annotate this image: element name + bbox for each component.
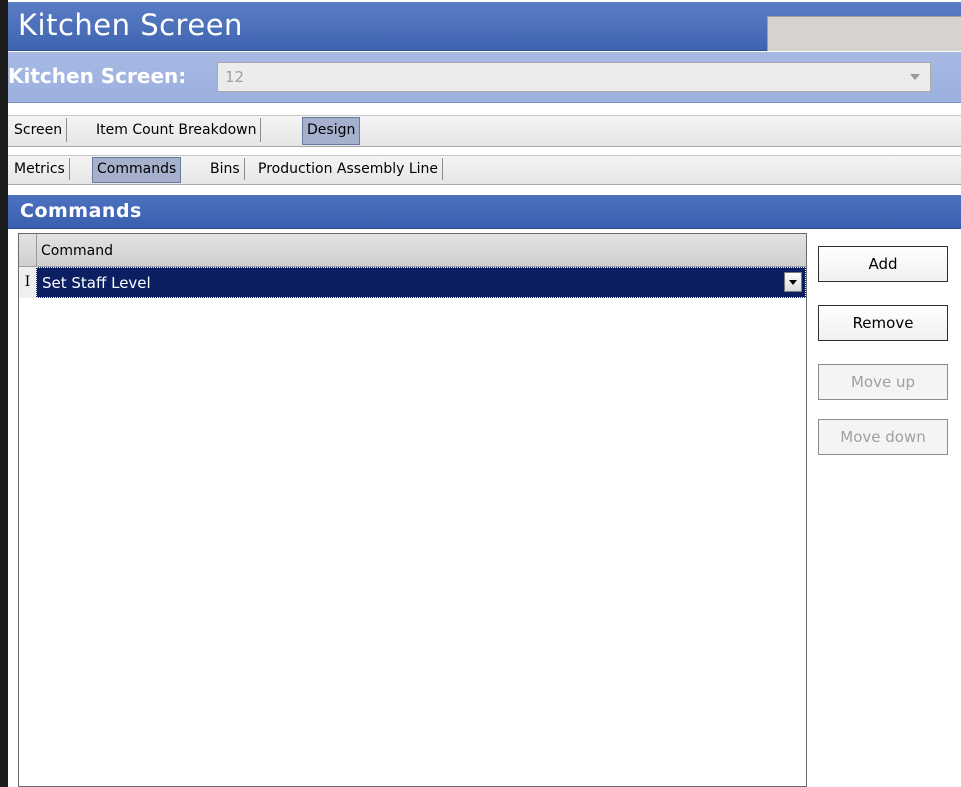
table-row[interactable]: I Set Staff Level [19, 267, 806, 298]
tab-design[interactable]: Design [302, 117, 361, 145]
section-title: Commands [20, 200, 142, 222]
kitchen-screen-value: 12 [225, 68, 245, 86]
window-title: Kitchen Screen [18, 8, 243, 42]
kitchen-screen-select[interactable]: 12 [217, 62, 931, 92]
design-sub-tabstrip: Metrics Commands Bins Production Assembl… [8, 155, 961, 185]
column-header-command[interactable]: Command [41, 243, 113, 259]
chevron-down-icon[interactable] [910, 74, 920, 80]
tab-metrics[interactable]: Metrics [10, 158, 70, 180]
command-cell[interactable]: Set Staff Level [36, 267, 806, 298]
window-content: Kitchen Screen Kitchen Screen: 12 Screen… [8, 2, 961, 787]
app-window: Kitchen Screen Kitchen Screen: 12 Screen… [0, 0, 961, 787]
main-tabstrip: Screen Item Count Breakdown Design [8, 115, 961, 147]
remove-button[interactable]: Remove [818, 305, 948, 341]
kitchen-screen-selector-bar: Kitchen Screen: 12 [8, 52, 961, 103]
window-left-border [0, 0, 8, 787]
move-up-button[interactable]: Move up [818, 364, 948, 400]
title-bar-panel [767, 16, 961, 51]
add-button[interactable]: Add [818, 246, 948, 282]
tab-production-assembly-line[interactable]: Production Assembly Line [254, 158, 444, 180]
command-dropdown-button[interactable] [784, 272, 802, 292]
command-value: Set Staff Level [42, 274, 151, 292]
kitchen-screen-label: Kitchen Screen: [8, 64, 187, 88]
tab-bins[interactable]: Bins [206, 158, 245, 180]
move-down-button[interactable]: Move down [818, 419, 948, 455]
tab-item-count-breakdown[interactable]: Item Count Breakdown [92, 118, 262, 142]
dropdown-arrow-icon [789, 280, 797, 285]
commands-section-header: Commands [8, 195, 961, 229]
tab-screen[interactable]: Screen [10, 118, 68, 142]
tab-commands[interactable]: Commands [92, 157, 182, 183]
title-bar: Kitchen Screen [8, 2, 961, 51]
grid-header: Command [19, 234, 806, 267]
grid-header-row-selector [19, 234, 37, 266]
text-cursor-icon: I [19, 267, 36, 298]
commands-grid[interactable]: Command I Set Staff Level [18, 233, 807, 787]
